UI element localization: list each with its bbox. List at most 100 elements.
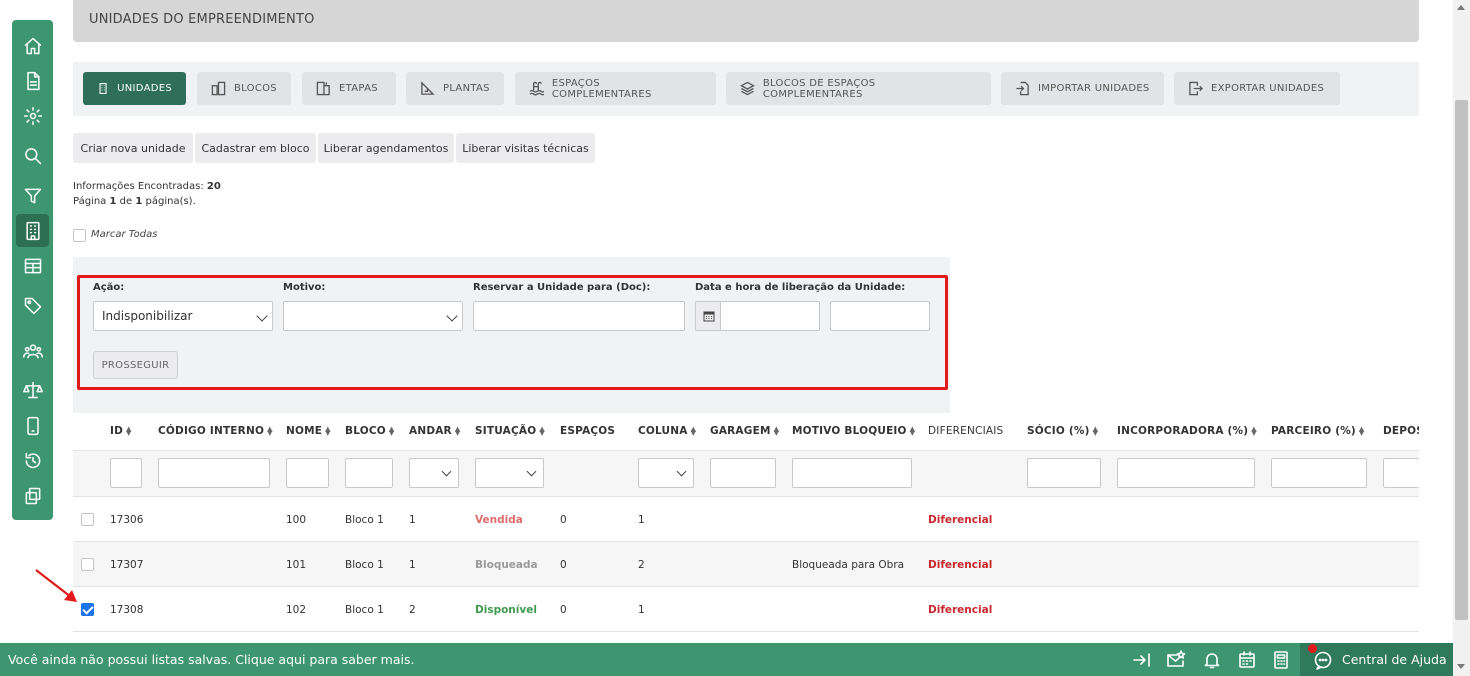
row-checkbox[interactable] xyxy=(81,513,94,526)
filter-incorporadora-input[interactable] xyxy=(1117,458,1255,488)
col-header-socio[interactable]: SÓCIO (%) ▲ ▼ xyxy=(1027,425,1098,437)
calendar-icon[interactable] xyxy=(695,301,721,331)
filter-nome-input[interactable] xyxy=(286,458,329,488)
scroll-down-icon[interactable] xyxy=(1457,664,1465,669)
tab-plantas[interactable]: PLANTAS xyxy=(406,72,504,105)
tab-espacos-complementares[interactable]: ESPAÇOS COMPLEMENTARES xyxy=(515,72,716,105)
sort-icon: ▲ ▼ xyxy=(690,425,697,437)
mail-star-icon[interactable] xyxy=(1166,650,1186,670)
col-header-andar[interactable]: ANDAR ▲ ▼ xyxy=(409,425,460,437)
row-checkbox[interactable] xyxy=(81,603,94,616)
release-technical-visits-button[interactable]: Liberar visitas técnicas xyxy=(456,133,595,163)
cell-id: 17308 xyxy=(110,604,144,616)
filter-coluna-select[interactable] xyxy=(638,458,694,488)
tab-label: IMPORTAR UNIDADES xyxy=(1038,83,1150,94)
col-header-motivo-bloqueio[interactable]: MOTIVO BLOQUEIO ▲ ▼ xyxy=(792,425,915,437)
col-label: NOME xyxy=(286,425,323,437)
col-label: SÓCIO (%) xyxy=(1027,425,1090,437)
cell-andar: 2 xyxy=(409,604,416,616)
table-icon[interactable] xyxy=(16,249,49,282)
sort-icon: ▲ ▼ xyxy=(325,425,331,437)
scale-icon[interactable] xyxy=(16,373,49,406)
liberacao-label: Data e hora de liberação da Unidade: xyxy=(695,282,906,293)
help-center-label[interactable]: Central de Ajuda xyxy=(1342,652,1447,667)
cell-diferenciais[interactable]: Diferencial xyxy=(928,604,992,616)
saved-lists-message[interactable]: Você ainda não possui listas salvas. Cli… xyxy=(8,652,414,667)
pagination-info: Página 1 de 1 página(s). xyxy=(73,196,196,207)
col-header-situacao[interactable]: SITUAÇÃO ▲ ▼ xyxy=(475,425,545,437)
tab-etapas[interactable]: ETAPAS xyxy=(302,72,396,105)
cell-diferenciais[interactable]: Diferencial xyxy=(928,514,992,526)
filter-depositos-input[interactable] xyxy=(1383,458,1419,488)
reservar-doc-input[interactable] xyxy=(473,301,685,331)
cell-nome: 101 xyxy=(286,559,307,571)
release-time-input[interactable] xyxy=(830,301,930,331)
acao-select[interactable]: Indisponibilizar xyxy=(93,301,273,331)
cell-diferenciais[interactable]: Diferencial xyxy=(928,559,992,571)
filter-motivo-input[interactable] xyxy=(792,458,912,488)
copy-icon[interactable] xyxy=(16,479,49,512)
building-icon[interactable] xyxy=(16,214,49,247)
history-icon[interactable] xyxy=(16,444,49,477)
filter-socio-input[interactable] xyxy=(1027,458,1101,488)
col-header-garagem[interactable]: GARAGEM ▲ ▼ xyxy=(710,425,779,437)
cell-andar: 1 xyxy=(409,559,416,571)
col-label: CÓDIGO INTERNO xyxy=(158,425,265,437)
release-date-input[interactable] xyxy=(720,301,820,331)
filter-parceiro-input[interactable] xyxy=(1271,458,1367,488)
scroll-up-icon[interactable] xyxy=(1457,5,1465,10)
release-schedules-button[interactable]: Liberar agendamentos xyxy=(318,133,454,163)
filter-bloco-input[interactable] xyxy=(345,458,393,488)
col-header-bloco[interactable]: BLOCO ▲ ▼ xyxy=(345,425,394,437)
col-header-coluna[interactable]: COLUNA ▲ ▼ xyxy=(638,425,696,437)
tab-unidades[interactable]: UNIDADES xyxy=(83,72,186,105)
chat-icon[interactable] xyxy=(1313,650,1333,670)
home-icon[interactable] xyxy=(16,29,49,62)
col-header-nome[interactable]: NOME ▲ ▼ xyxy=(286,425,331,437)
tab-blocos-espacos-complementares[interactable]: BLOCOS DE ESPAÇOS COMPLEMENTARES xyxy=(726,72,991,105)
bulk-register-button[interactable]: Cadastrar em bloco xyxy=(195,133,316,163)
filter-icon[interactable] xyxy=(16,179,49,212)
search-icon[interactable] xyxy=(16,139,49,172)
cell-motivo-bloqueio: Bloqueada para Obra xyxy=(792,559,905,571)
filter-id-input[interactable] xyxy=(110,458,142,488)
tab-importar-unidades[interactable]: IMPORTAR UNIDADES xyxy=(1001,72,1164,105)
document-icon[interactable] xyxy=(16,64,49,97)
users-icon[interactable] xyxy=(16,334,49,367)
calendar-icon[interactable] xyxy=(1237,650,1257,670)
row-checkbox[interactable] xyxy=(81,558,94,571)
mark-all-label: Marcar Todas xyxy=(91,229,158,240)
filter-garagem-input[interactable] xyxy=(710,458,776,488)
col-header-depositos[interactable]: DEPÓS xyxy=(1383,425,1419,437)
filter-andar-select[interactable] xyxy=(409,458,459,488)
cell-espacos: 0 xyxy=(560,514,567,526)
bell-icon[interactable] xyxy=(1202,650,1222,670)
bottom-bar: Você ainda não possui listas salvas. Cli… xyxy=(0,643,1453,676)
col-header-incorporadora[interactable]: INCORPORADORA (%) ▲ ▼ xyxy=(1117,425,1257,437)
tab-exportar-unidades[interactable]: EXPORTAR UNIDADES xyxy=(1174,72,1340,105)
chevron-down-icon xyxy=(676,466,687,477)
motivo-select[interactable] xyxy=(283,301,463,331)
filter-situacao-select[interactable] xyxy=(475,458,544,488)
scrollbar-thumb[interactable] xyxy=(1455,100,1468,620)
proceed-button[interactable]: PROSSEGUIR xyxy=(93,351,178,379)
sort-icon: ▲ ▼ xyxy=(1358,425,1365,437)
sort-icon: ▲ ▼ xyxy=(454,425,461,437)
filter-codigo-input[interactable] xyxy=(158,458,270,488)
mark-all-checkbox[interactable] xyxy=(73,229,86,242)
chevron-down-icon xyxy=(441,466,452,477)
tab-blocos[interactable]: BLOCOS xyxy=(197,72,291,105)
col-header-codigo-interno[interactable]: CÓDIGO INTERNO ▲ ▼ xyxy=(158,425,273,437)
col-header-parceiro[interactable]: PARCEIRO (%) ▲ ▼ xyxy=(1271,425,1365,437)
gear-icon[interactable] xyxy=(16,99,49,132)
calculator-icon[interactable] xyxy=(1271,650,1291,670)
col-label: SITUAÇÃO xyxy=(475,425,537,437)
collapse-icon[interactable] xyxy=(1132,650,1152,670)
tag-icon[interactable] xyxy=(16,289,49,322)
col-header-id[interactable]: ID ▲ ▼ xyxy=(110,425,132,437)
create-unit-button[interactable]: Criar nova unidade xyxy=(73,133,193,163)
import-icon xyxy=(1016,81,1029,96)
tab-label: ETAPAS xyxy=(339,83,378,94)
page-prefix: Página xyxy=(73,196,107,207)
mobile-icon[interactable] xyxy=(16,409,49,442)
